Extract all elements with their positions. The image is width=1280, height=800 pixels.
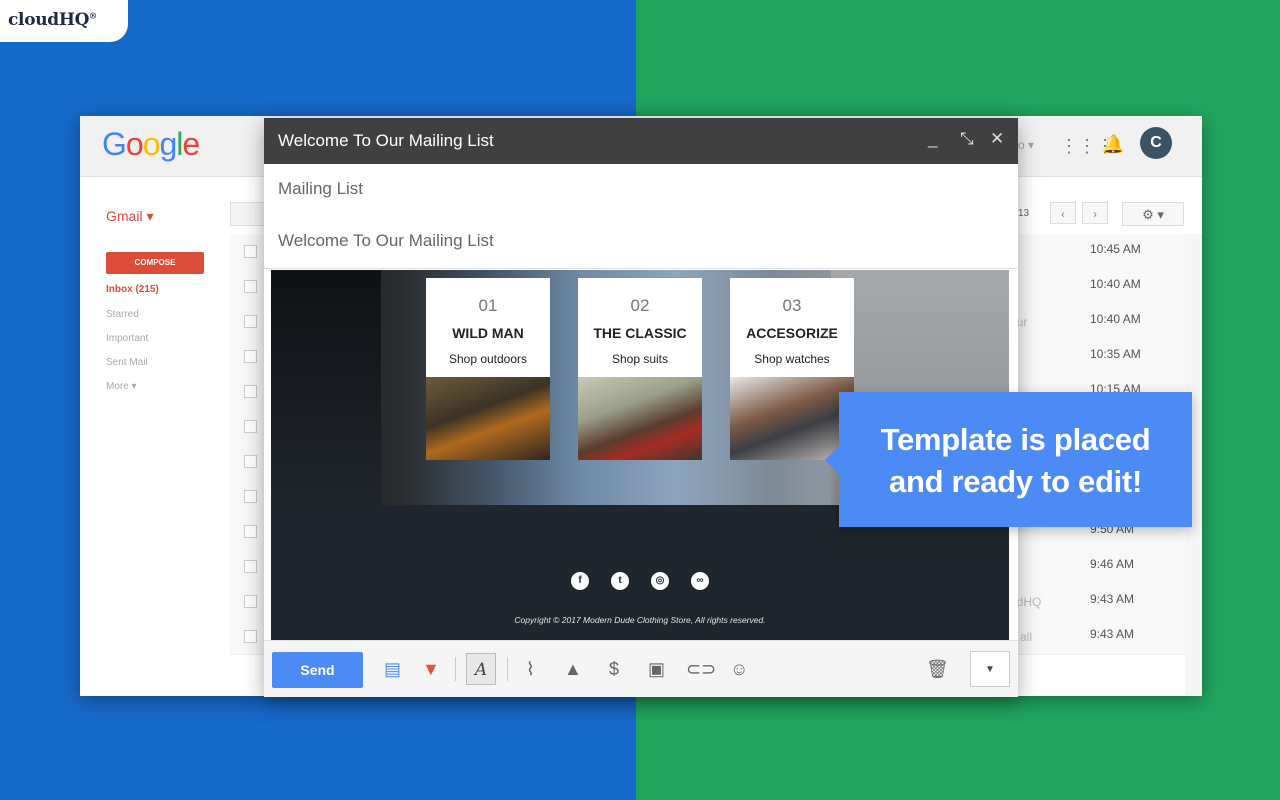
- compose-toolbar: Send ▤ ▼ A ⌇ ▲ $ ▣ ⊂⊃ ☺ 🗑 ▼: [264, 640, 1018, 697]
- to-field-value: Mailing List: [278, 179, 364, 198]
- row-checkbox[interactable]: [244, 350, 257, 363]
- row-checkbox[interactable]: [244, 560, 257, 573]
- insert-photo-icon[interactable]: ▣: [648, 659, 665, 680]
- nav-important[interactable]: Important: [106, 333, 148, 344]
- nav-inbox[interactable]: Inbox (215): [106, 284, 159, 295]
- subject-field[interactable]: Welcome To Our Mailing List: [264, 216, 1018, 269]
- row-checkbox[interactable]: [244, 525, 257, 538]
- page-count: 13: [1018, 208, 1030, 219]
- callout-line-2: and ready to edit!: [889, 464, 1142, 499]
- close-icon[interactable]: ✕: [990, 129, 1004, 149]
- row-checkbox[interactable]: [244, 280, 257, 293]
- copyright-text: Copyright © 2017 Modern Dude Clothing St…: [514, 615, 766, 625]
- row-checkbox[interactable]: [244, 420, 257, 433]
- instagram-icon[interactable]: ◎: [651, 572, 669, 590]
- template-icon[interactable]: ▼: [422, 659, 440, 680]
- more-options-button[interactable]: ▼: [970, 651, 1010, 687]
- minimize-icon[interactable]: _: [928, 129, 937, 149]
- send-money-icon[interactable]: $: [609, 659, 619, 680]
- row-time: 9:43 AM: [1090, 627, 1135, 641]
- notifications-bell-icon[interactable]: 🔔: [1102, 134, 1124, 155]
- callout-banner: Template is placed and ready to edit!: [825, 392, 1192, 527]
- prev-page-button[interactable]: ‹: [1050, 202, 1076, 224]
- row-checkbox[interactable]: [244, 490, 257, 503]
- formatting-options-icon[interactable]: A: [466, 653, 496, 685]
- compose-button[interactable]: COMPOSE: [106, 252, 204, 274]
- attach-file-icon[interactable]: ⌇: [526, 659, 535, 680]
- discard-trash-icon[interactable]: 🗑: [926, 659, 949, 680]
- card-wild-man[interactable]: 01 WILD MAN Shop outdoors: [426, 278, 550, 460]
- twitter-icon[interactable]: t: [611, 572, 629, 590]
- card-accesorize[interactable]: 03 ACCESORIZE Shop watches: [730, 278, 854, 460]
- cloudhq-logo: cloudHQ®: [0, 0, 128, 42]
- insert-link-icon[interactable]: ⊂⊃: [686, 659, 716, 680]
- select-all-checkbox[interactable]: [230, 202, 266, 226]
- compose-title: Welcome To Our Mailing List: [278, 131, 494, 150]
- nav-more[interactable]: More ▾: [106, 381, 137, 392]
- callout-line-1: Template is placed: [880, 422, 1151, 457]
- card-the-classic[interactable]: 02 THE CLASSIC Shop suits: [578, 278, 702, 460]
- row-checkbox[interactable]: [244, 385, 257, 398]
- settings-gear-icon[interactable]: ⚙ ▾: [1122, 202, 1184, 226]
- avatar[interactable]: C: [1140, 127, 1172, 159]
- row-checkbox[interactable]: [244, 595, 257, 608]
- row-checkbox[interactable]: [244, 630, 257, 643]
- facebook-icon[interactable]: f: [571, 572, 589, 590]
- row-time: 10:35 AM: [1090, 347, 1141, 361]
- subject-field-value: Welcome To Our Mailing List: [278, 231, 494, 250]
- row-time: 10:40 AM: [1090, 312, 1141, 326]
- nav-sent-mail[interactable]: Sent Mail: [106, 357, 148, 368]
- nav-starred[interactable]: Starred: [106, 309, 139, 320]
- next-page-button[interactable]: ›: [1082, 202, 1108, 224]
- header-partial-text: o ▾: [1018, 138, 1035, 152]
- card-image-motorcycle: [578, 377, 702, 460]
- row-time: 9:43 AM: [1090, 592, 1135, 606]
- gmail-product-menu[interactable]: Gmail ▾: [106, 208, 153, 225]
- send-button[interactable]: Send: [272, 652, 363, 688]
- card-image-hiker: [426, 377, 550, 460]
- row-time: 10:40 AM: [1090, 277, 1141, 291]
- google-drive-icon[interactable]: ▲: [564, 659, 582, 680]
- exit-fullscreen-icon[interactable]: ⤡: [960, 129, 974, 149]
- row-time: 9:46 AM: [1090, 557, 1135, 571]
- docs-icon[interactable]: ▤: [384, 659, 401, 680]
- row-checkbox[interactable]: [244, 315, 257, 328]
- google-logo[interactable]: Google: [102, 126, 200, 163]
- to-field[interactable]: Mailing List: [264, 164, 1018, 217]
- insert-emoji-icon[interactable]: ☺: [730, 659, 748, 680]
- row-checkbox[interactable]: [244, 245, 257, 258]
- compose-title-bar[interactable]: Welcome To Our Mailing List _ ⤡ ✕: [264, 118, 1018, 164]
- row-checkbox[interactable]: [244, 455, 257, 468]
- row-time: 10:45 AM: [1090, 242, 1141, 256]
- link-icon[interactable]: ∞: [691, 572, 709, 590]
